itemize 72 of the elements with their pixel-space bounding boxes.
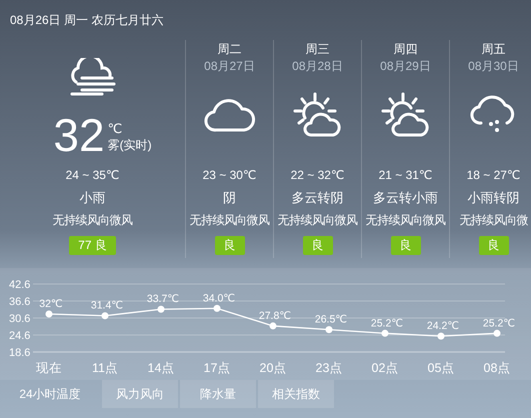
chart-tab[interactable]: 风力风向 [102,380,178,408]
wind-label: 无持续风向微风 [278,212,358,229]
value-label: 24.2℃ [426,320,460,332]
temperature-range: 23 ~ 30℃ [202,167,256,184]
time-label: 02点 [372,361,398,375]
time-label: 17点 [204,361,230,375]
weather-label: 小雨 [80,189,106,207]
wind-label: 无持续风向微风 [190,212,270,229]
wind-label: 无持续风向微 [459,212,528,229]
axis-tick-label: 42.6 [9,279,30,291]
air-quality-badge: 良 [478,236,508,255]
date-label: 08月29日 [380,58,431,75]
chart-tab[interactable]: 相关指数 [258,380,334,408]
time-label: 11点 [92,361,118,375]
data-point [270,322,276,330]
sun-cloud-icon [292,92,342,138]
date-label: 08月28日 [292,58,343,75]
axis-tick-label: 24.6 [9,330,30,342]
temperature-range: 24 ~ 35℃ [66,167,120,184]
value-label: 25.2℃ [370,317,404,330]
data-point [494,330,500,337]
chart-tab[interactable]: 24小时温度 [0,380,100,408]
data-point [438,332,444,340]
weekday-label: 周三 [306,41,330,58]
condition-label: 雾(实时) [108,137,152,154]
data-point [46,310,52,318]
air-quality-badge: 良 [302,236,332,255]
value-label: 32℃ [39,298,63,310]
temperature-range: 21 ~ 31℃ [378,167,432,184]
wind-label: 无持续风向微风 [52,212,132,229]
data-point [214,304,220,312]
time-label: 14点 [148,361,174,375]
air-quality-badge: 77 良 [69,236,116,255]
axis-tick-label: 30.6 [9,313,30,325]
air-quality-badge: 良 [390,236,420,255]
time-label: 08点 [484,361,510,375]
weekday-label: 周五 [482,41,506,58]
weather-label: 小雨转阴 [468,189,520,207]
value-label: 27.8℃ [258,310,292,322]
time-label: 现在 [36,361,62,375]
date-text: 08月26日 周一 农历七月廿六 [10,12,164,28]
axis-tick-label: 36.6 [9,296,30,308]
date-label: 08月30日 [468,58,519,75]
weather-label: 阴 [223,189,236,207]
time-label: 05点 [428,361,454,375]
cloud-icon [204,97,256,133]
data-point [158,306,164,313]
date-label: 08月27日 [204,58,255,75]
weather-label: 多云转阴 [292,189,344,207]
weekday-label: 周四 [394,41,418,58]
weather-label: 多云转小雨 [373,189,438,207]
value-label: 26.5℃ [314,314,348,326]
air-quality-badge: 良 [214,236,244,255]
sun-cloud-icon [380,92,430,138]
current-temperature: 32 [53,112,105,158]
fog-cloud-icon [68,58,118,96]
data-point [326,326,332,334]
value-label: 33.7℃ [146,293,180,306]
time-label: 20点 [260,361,286,375]
value-label: 25.2℃ [482,317,516,330]
axis-tick-label: 18.6 [9,347,30,359]
unit-label: ℃ [108,121,124,137]
time-label: 23点 [316,361,342,375]
weekday-label: 周二 [218,41,242,58]
data-point [382,330,388,337]
data-point [102,312,108,320]
value-label: 34.0℃ [202,292,236,304]
wind-label: 无持续风向微风 [366,212,446,229]
chart-tab[interactable]: 降水量 [180,380,256,408]
temperature-range: 18 ~ 27℃ [466,167,520,184]
value-label: 31.4℃ [90,300,124,312]
temperature-range: 22 ~ 32℃ [290,167,344,184]
